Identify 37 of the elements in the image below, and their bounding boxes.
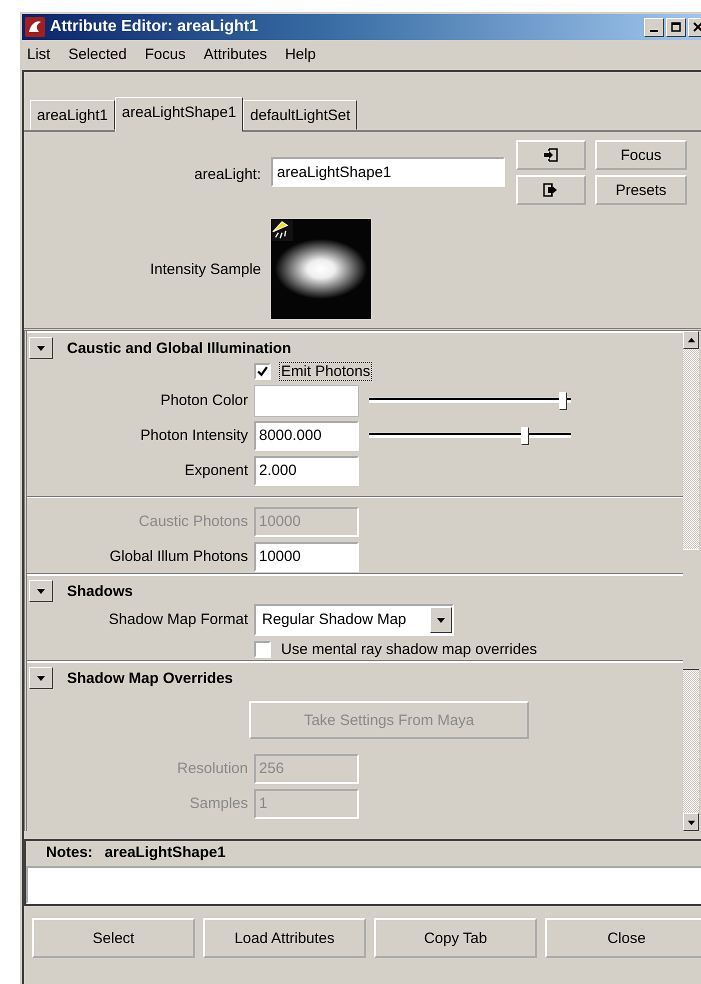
tab[interactable]: areaLightShape1 [114,97,244,132]
menu-item[interactable]: List [27,46,50,63]
dialog-button[interactable]: Load Attributes [203,918,366,958]
menu-item[interactable]: Help [284,46,316,63]
checkbox-label[interactable]: Emit Photons [279,362,372,380]
menu-item[interactable]: Focus [144,46,186,63]
checkbox-label[interactable]: Use mental ray shadow map overrides [279,640,539,658]
menu-item[interactable]: Attributes [204,46,267,63]
sample-label: Intensity Sample [149,260,262,278]
field-label: Photon Color [159,392,249,409]
input-field[interactable]: 8000.000 [254,420,359,450]
field-label: Samples [188,795,249,812]
menu-item[interactable]: Selected [68,46,127,63]
field-label: Exponent [184,462,249,479]
notes-node-name: areaLightShape1 [104,844,226,861]
field-label: Global Illum Photons [108,548,249,565]
section-title: Shadows [67,582,133,600]
tab[interactable]: defaultLightSet [243,100,358,130]
focus-button[interactable]: Focus [595,140,687,170]
field-label: areaLight: [193,166,262,183]
input-field[interactable]: 2.000 [254,456,359,486]
tab[interactable]: areaLight1 [30,100,115,130]
section-title: Caustic and Global Illumination [67,340,292,356]
window-title: Attribute Editor: areaLight1 [50,18,258,36]
field-label: Resolution [176,760,249,777]
section-title: Shadow Map Overrides [67,670,233,686]
dialog-button[interactable]: Copy Tab [374,918,537,958]
input-field[interactable]: 10000 [254,542,359,572]
notes-label: Notes: [46,844,93,861]
field-label: Caustic Photons [138,513,249,530]
presets-button[interactable]: Presets [595,175,687,205]
dialog-button[interactable]: Select [32,918,195,958]
field-label: Photon Intensity [139,427,249,444]
node-name-field[interactable]: areaLightShape1 [271,157,505,187]
dialog-button[interactable]: Close [545,918,701,958]
dropdown[interactable]: Regular Shadow Map [254,604,454,636]
field-label: Shadow Map Format [108,611,249,628]
